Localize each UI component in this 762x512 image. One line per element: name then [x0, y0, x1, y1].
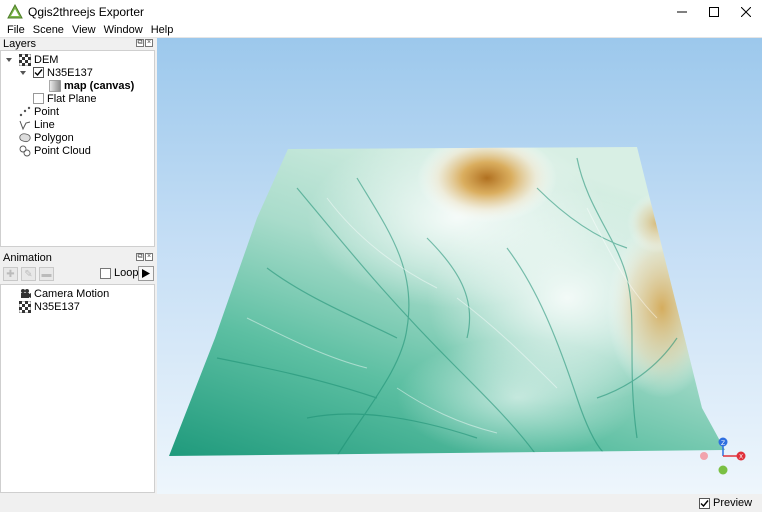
- tree-item-label: DEM: [34, 53, 59, 66]
- close-button[interactable]: [730, 0, 762, 24]
- dem-icon: [19, 300, 31, 313]
- axis-x-label: X: [739, 454, 743, 461]
- tree-item-label: N35E137: [47, 66, 93, 79]
- preview-checkbox[interactable]: [699, 497, 710, 509]
- loop-label: Loop: [114, 267, 139, 279]
- layers-panel-title: Layers: [3, 38, 37, 50]
- tree-item-label: map (canvas): [64, 79, 135, 92]
- menu-file[interactable]: File: [3, 24, 29, 37]
- tree-item-label: Point: [34, 105, 60, 118]
- tree-item-map-canvas[interactable]: map (canvas): [49, 79, 134, 92]
- map-icon: [49, 79, 61, 92]
- plus-icon: ✚: [6, 268, 15, 280]
- animation-float-button[interactable]: ⧉: [136, 253, 144, 261]
- menu-help[interactable]: Help: [147, 24, 178, 37]
- axis-y-icon[interactable]: [718, 465, 728, 475]
- tree-item-line[interactable]: Line: [19, 118, 55, 131]
- minus-icon: ▬: [41, 268, 52, 280]
- tree-item-point[interactable]: Point: [19, 105, 59, 118]
- layer-visibility-checkbox[interactable]: [33, 67, 44, 78]
- left-dock-area: Layers ⧉ × DEM N35E137 map (canvas) Flat…: [0, 38, 157, 494]
- animation-toolbar: ✚ ✎ ▬ Loop: [0, 266, 157, 282]
- anim-item-label: N35E137: [34, 300, 80, 313]
- remove-keyframe-button[interactable]: ▬: [39, 267, 54, 281]
- window-title: Qgis2threejs Exporter: [28, 5, 145, 19]
- preview-toggle[interactable]: Preview: [699, 497, 752, 509]
- tree-item-label: Point Cloud: [34, 144, 91, 157]
- minimize-icon: [677, 11, 687, 13]
- animation-tree[interactable]: Camera Motion N35E137: [0, 284, 155, 493]
- point-cloud-icon: [19, 145, 31, 156]
- play-icon: [142, 269, 150, 278]
- anim-item-camera-motion[interactable]: Camera Motion: [19, 287, 109, 300]
- loop-checkbox[interactable]: [100, 267, 111, 279]
- checkmark-icon: [34, 69, 43, 77]
- pencil-icon: ✎: [24, 268, 33, 280]
- menu-scene[interactable]: Scene: [29, 24, 68, 37]
- edit-keyframe-button[interactable]: ✎: [21, 267, 36, 281]
- checkmark-icon: [700, 499, 709, 507]
- tree-item-label: Flat Plane: [47, 92, 97, 105]
- tree-item-polygon[interactable]: Polygon: [19, 131, 74, 144]
- layers-close-button[interactable]: ×: [145, 39, 153, 47]
- polygon-icon: [19, 132, 31, 142]
- close-icon: [741, 7, 751, 17]
- menu-view[interactable]: View: [68, 24, 100, 37]
- animation-close-button[interactable]: ×: [145, 253, 153, 261]
- camera-icon: [21, 288, 31, 298]
- point-icon: [19, 106, 31, 116]
- anim-item-label: Camera Motion: [34, 287, 110, 300]
- dem-icon: [19, 53, 31, 66]
- axis-z-label: Z: [721, 440, 725, 447]
- anim-item-n35e137[interactable]: N35E137: [19, 300, 80, 313]
- layers-dock-header: Layers ⧉ ×: [0, 38, 157, 50]
- minimize-button[interactable]: [666, 0, 698, 24]
- tree-item-label: Line: [34, 118, 55, 131]
- menu-window[interactable]: Window: [100, 24, 147, 37]
- layer-visibility-checkbox[interactable]: [33, 93, 44, 104]
- tree-item-flat-plane[interactable]: Flat Plane: [33, 92, 97, 105]
- line-icon: [19, 120, 31, 130]
- animation-panel-title: Animation: [3, 252, 52, 264]
- 3d-viewport[interactable]: Z X: [157, 38, 762, 494]
- animation-dock-header: Animation ⧉ ×: [0, 252, 157, 264]
- expand-arrow-icon[interactable]: [19, 69, 27, 77]
- layers-tree[interactable]: DEM N35E137 map (canvas) Flat Plane Poin…: [0, 50, 155, 247]
- expand-arrow-icon[interactable]: [5, 56, 13, 64]
- play-button[interactable]: [138, 266, 154, 281]
- layers-float-button[interactable]: ⧉: [136, 39, 144, 47]
- tree-item-label: Polygon: [34, 131, 74, 144]
- axis-neg-x-icon[interactable]: [700, 452, 708, 460]
- tree-item-dem[interactable]: DEM: [5, 53, 58, 66]
- tree-item-point-cloud[interactable]: Point Cloud: [19, 144, 91, 157]
- terrain-scene[interactable]: Z X: [157, 38, 762, 494]
- app-logo-icon: [7, 4, 23, 19]
- maximize-icon: [709, 7, 719, 17]
- title-bar: Qgis2threejs Exporter: [0, 0, 762, 24]
- preview-label: Preview: [713, 497, 753, 509]
- tree-item-n35e137[interactable]: N35E137: [19, 66, 93, 79]
- maximize-button[interactable]: [698, 0, 730, 24]
- add-keyframe-button[interactable]: ✚: [3, 267, 18, 281]
- status-bar: Preview: [0, 494, 762, 512]
- menu-bar: File Scene View Window Help: [0, 24, 762, 38]
